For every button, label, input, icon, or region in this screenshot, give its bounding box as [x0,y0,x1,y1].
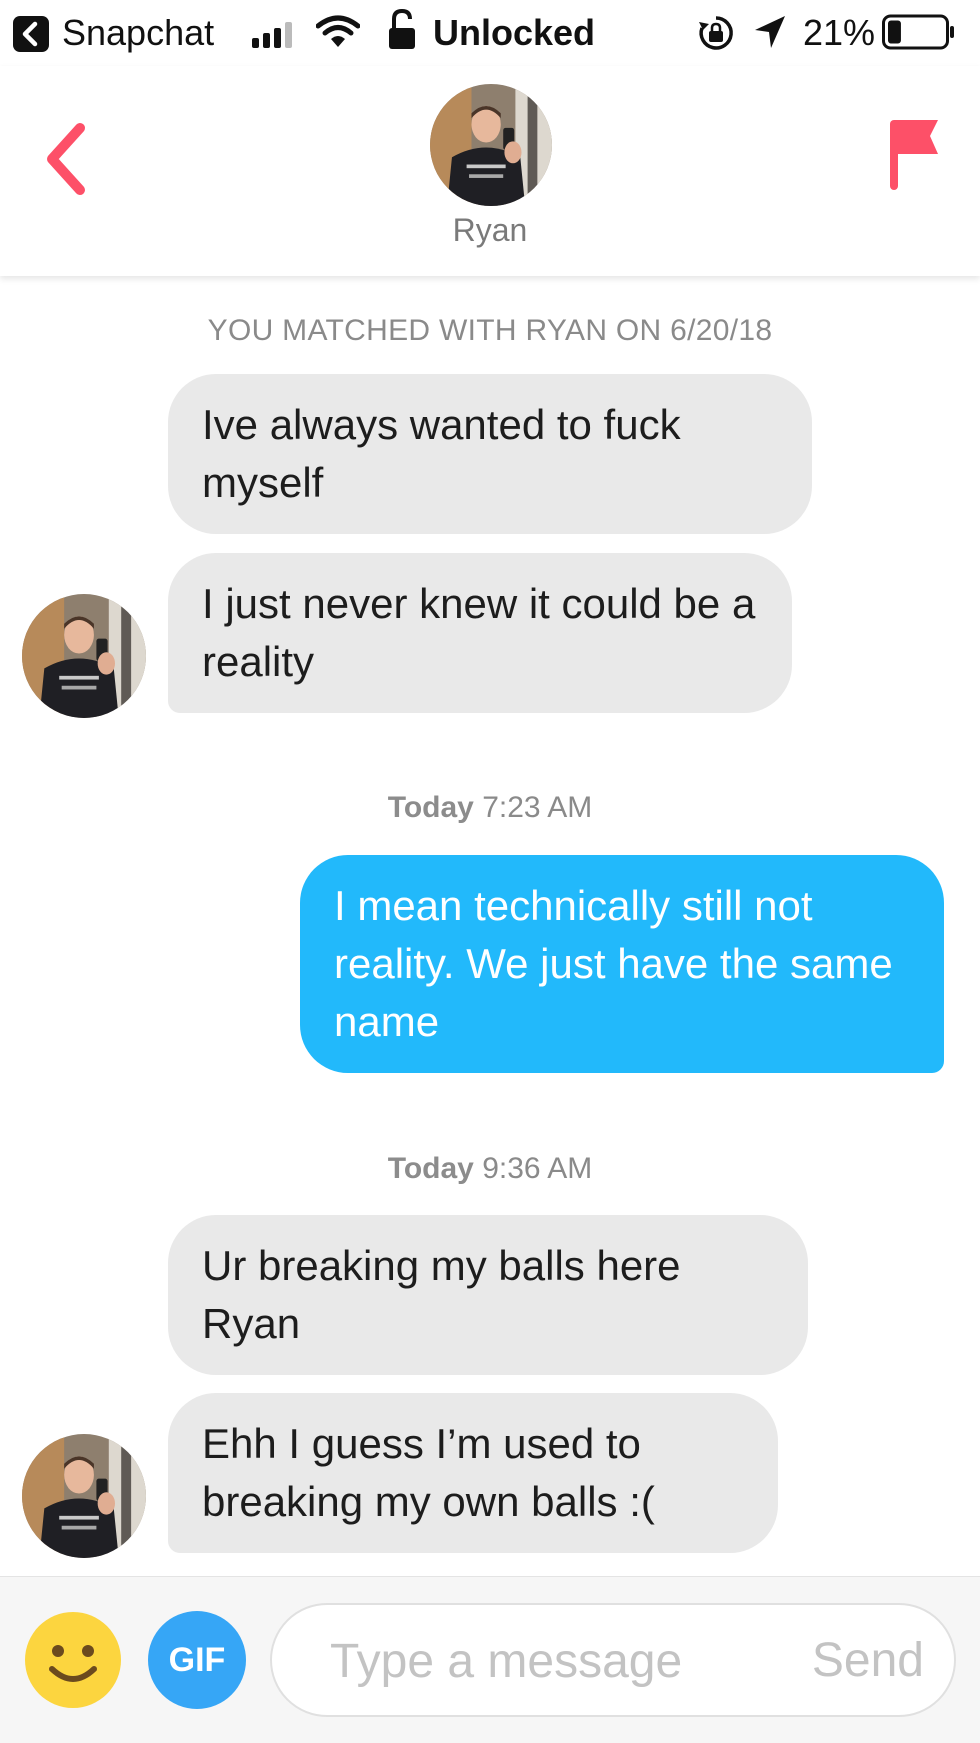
chevron-left-icon[interactable] [42,118,92,200]
smiley-icon[interactable] [24,1611,122,1709]
lock-icon [389,8,415,49]
contact-avatar[interactable] [430,84,552,206]
chat-header: Ryan [0,66,980,276]
message-bubble-sent[interactable]: I mean technically still not reality. We… [300,855,944,1073]
back-to-app-icon[interactable] [13,16,49,52]
timestamp-time: 9:36 AM [482,1152,593,1185]
lock-status: Unlocked [433,12,596,53]
timestamp-day: Today [387,791,474,824]
message-field: Send [270,1603,956,1717]
message-input[interactable] [328,1625,762,1697]
location-arrow-icon [755,16,785,48]
contact-name[interactable]: Ryan [0,212,980,249]
battery-percent: 21% [803,12,876,53]
wifi-icon [316,15,360,47]
timestamp: Today 9:36 AM [0,1152,980,1186]
flag-icon[interactable] [886,116,942,192]
message-composer: GIF Send [0,1576,980,1743]
timestamp-day: Today [387,1152,474,1185]
gif-button[interactable]: GIF [148,1611,246,1709]
timestamp: Today 7:23 AM [0,791,980,825]
rotation-lock-icon [699,16,733,50]
message-bubble-received[interactable]: Ehh I guess I’m used to breaking my own … [168,1393,778,1553]
contact-avatar-small[interactable] [22,1434,146,1558]
message-bubble-received[interactable]: Ive always wanted to fuck myself [168,374,812,534]
timestamp-time: 7:23 AM [482,791,593,824]
message-bubble-received[interactable]: I just never knew it could be a reality [168,553,792,713]
battery-icon [882,14,954,50]
message-bubble-received[interactable]: Ur breaking my balls here Ryan [168,1215,808,1375]
send-button[interactable]: Send [812,1633,924,1688]
contact-avatar-small[interactable] [22,594,146,718]
match-notice: YOU MATCHED WITH RYAN ON 6/20/18 [207,314,773,347]
signal-icon [252,22,292,48]
back-app-label[interactable]: Snapchat [62,12,214,54]
status-bar: Snapchat Unlocked 21% [0,0,980,66]
